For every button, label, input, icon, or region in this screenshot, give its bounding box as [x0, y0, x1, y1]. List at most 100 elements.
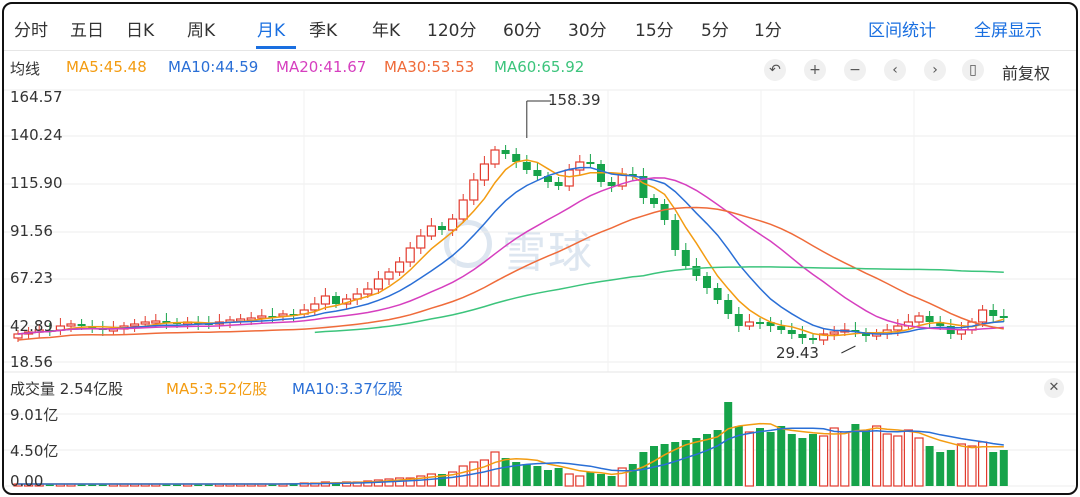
candle-body: [384, 271, 394, 280]
volume-legend: 成交量 2.54亿股 MA5:3.52亿股 MA10:3.37亿股: [4, 378, 1076, 400]
volume-bar: [946, 450, 955, 486]
candle-body: [713, 288, 722, 300]
volume-bar: [829, 427, 839, 487]
chart-window: 分时 五日 日K 周K 月K 季K 年K 120分 60分 30分 15分 5分…: [2, 2, 1078, 495]
candle-body: [671, 220, 680, 250]
candle-body: [989, 310, 998, 316]
volume-bar: [871, 425, 882, 487]
max-price-annotation: 158.39: [548, 91, 601, 109]
candle-body: [724, 300, 733, 314]
candle-body: [999, 316, 1008, 318]
candle-body: [129, 323, 140, 327]
candle-body: [140, 321, 150, 325]
candle-body: [405, 247, 415, 263]
volume-bar: [977, 441, 988, 487]
volume-bar: [925, 446, 934, 486]
price-label: 18.56: [10, 353, 53, 371]
volume-bar: [936, 452, 945, 486]
volume-bar: [903, 429, 914, 487]
min-marker-line: [841, 345, 856, 354]
ma5-line: [17, 159, 1005, 337]
candle-body: [798, 334, 807, 338]
candle-body: [914, 315, 924, 323]
volume-bar: [554, 468, 563, 486]
volume-title: 成交量 2.54亿股: [10, 380, 124, 398]
candle-body: [787, 330, 796, 334]
volume-bar: [533, 466, 542, 486]
candle-body: [490, 149, 500, 165]
close-volume-icon[interactable]: ✕: [1044, 378, 1064, 398]
candle-body: [522, 162, 531, 170]
candle-body: [756, 322, 764, 324]
candle-body: [703, 276, 711, 288]
price-label: 67.23: [10, 269, 53, 287]
volume-bar: [522, 464, 531, 486]
volume-bar: [818, 435, 829, 487]
volume-bar: [809, 434, 817, 486]
candle-body: [564, 169, 574, 187]
candle-body: [809, 338, 817, 340]
candle-body: [416, 235, 426, 249]
price-label: 140.24: [10, 126, 63, 144]
volume-bar: [798, 438, 807, 486]
volume-bar: [724, 402, 733, 486]
candle-body: [66, 323, 76, 327]
volume-label: 9.01亿: [10, 406, 59, 424]
candle-body: [607, 182, 616, 186]
volume-bar: [777, 426, 786, 486]
ma30-line: [17, 206, 1004, 341]
candle-body: [681, 250, 690, 266]
volume-bar: [692, 438, 701, 486]
volume-bar: [607, 476, 616, 486]
candle-body: [77, 324, 86, 326]
candle-body: [426, 225, 436, 237]
candle-body: [151, 320, 161, 324]
candle-body: [977, 309, 988, 323]
candle-body: [744, 321, 755, 327]
volume-bar: [851, 424, 860, 486]
volume-bar: [544, 470, 552, 486]
price-label: 164.57: [10, 88, 63, 106]
candle-body: [777, 326, 786, 330]
candle-body: [438, 226, 446, 230]
candle-body: [533, 170, 542, 176]
price-label: 115.90: [10, 174, 63, 192]
volume-bar: [756, 428, 764, 486]
candle-body: [893, 325, 903, 331]
candle-body: [373, 278, 383, 290]
candle-body: [320, 295, 330, 305]
min-price-annotation: 29.43: [776, 344, 819, 362]
candle-body: [586, 162, 595, 164]
price-label: 91.56: [10, 222, 53, 240]
volume-bar: [564, 473, 574, 487]
volume-label: 0.00: [10, 472, 44, 490]
volume-label: 4.50亿: [10, 442, 59, 460]
volume-bar: [744, 431, 755, 487]
volume-bar: [681, 440, 690, 486]
volume-bar: [862, 430, 870, 486]
volume-bar: [586, 472, 595, 486]
volume-bar: [956, 443, 967, 487]
price-label: 42.89: [10, 317, 53, 335]
candle-body: [479, 163, 489, 181]
volume-ma10: MA10:3.37亿股: [292, 380, 403, 398]
candle-body: [501, 150, 510, 154]
candle-body: [395, 261, 405, 273]
candle-body: [257, 315, 267, 319]
volume-bar: [989, 452, 998, 486]
volume-bar: [766, 432, 775, 486]
volume-bar: [713, 430, 722, 486]
volume-bar: [787, 434, 796, 486]
ma20-line: [17, 177, 1004, 335]
candle-body: [956, 329, 967, 335]
volume-bar: [703, 434, 711, 486]
candle-body: [734, 314, 743, 326]
ma10-line: [17, 166, 1004, 335]
candlestick-chart[interactable]: [4, 4, 1076, 493]
volume-ma5: MA5:3.52亿股: [166, 380, 268, 398]
volume-bar: [967, 445, 977, 487]
volume-bar: [597, 474, 605, 486]
candle-body: [310, 303, 320, 311]
volume-bar: [893, 435, 903, 487]
candle-body: [660, 204, 669, 220]
